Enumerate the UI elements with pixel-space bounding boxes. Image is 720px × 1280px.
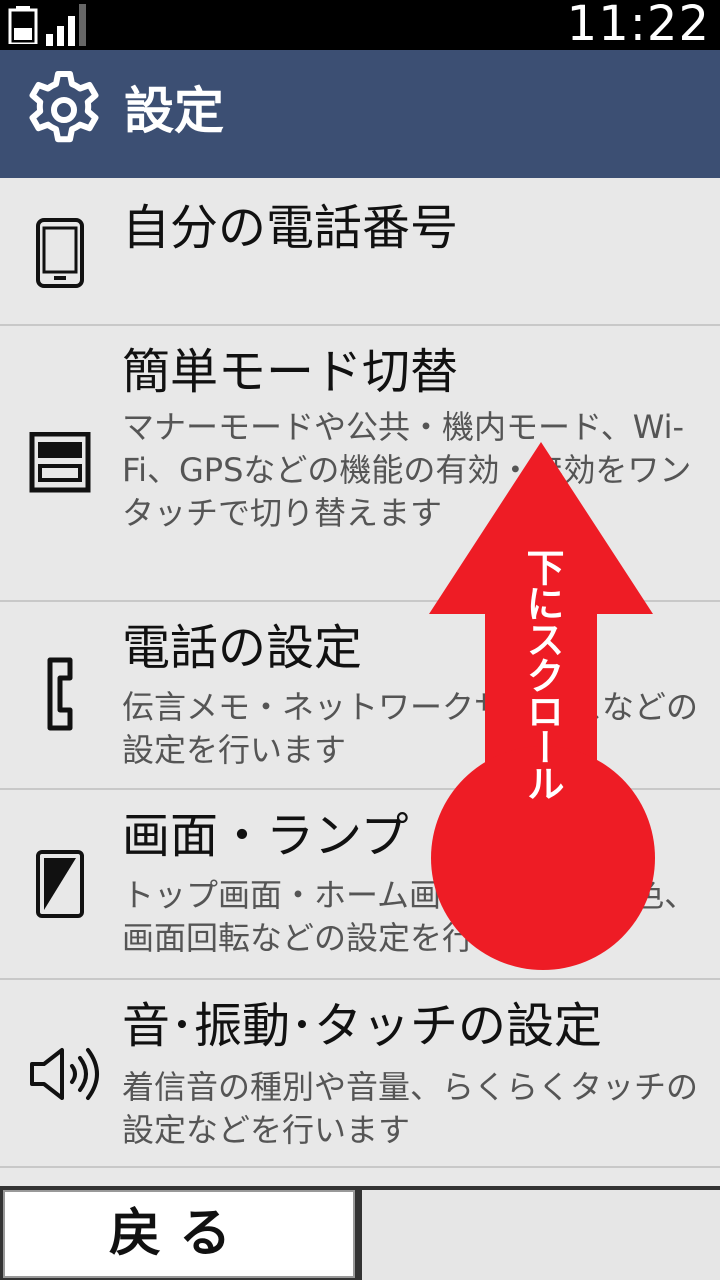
- settings-header: 設定: [0, 50, 720, 178]
- settings-item-name: 画面・ランプ: [122, 808, 409, 864]
- signal-strength-icon: [46, 4, 86, 46]
- settings-item-name: 自分の電話番号: [122, 200, 459, 256]
- phone-device-icon: [36, 218, 84, 288]
- settings-item-description: 着信音の種別や音量、らくらくタッチの設定などを行います: [122, 1068, 699, 1149]
- handset-icon: [47, 657, 73, 731]
- settings-item-sound-vibration-touch[interactable]: 音･振動･タッチの設定 着信音の種別や音量、らくらくタッチの設定などを行います: [0, 980, 720, 1168]
- settings-item-name: 簡単モード切替: [122, 344, 459, 400]
- settings-item-name: 音･振動･タッチの設定: [122, 998, 603, 1054]
- speaker-icon: [30, 1048, 99, 1100]
- status-bar: 11:22: [0, 0, 720, 50]
- battery-icon: [8, 6, 38, 44]
- settings-item-name: 電話の設定: [122, 620, 363, 676]
- display-icon: [36, 850, 84, 918]
- gear-icon: [29, 71, 99, 143]
- page-title: 設定: [124, 82, 224, 140]
- toggle-mode-icon: [29, 432, 91, 493]
- footer-empty-button: [362, 1190, 720, 1280]
- status-clock: 11:22: [566, 0, 710, 52]
- back-button[interactable]: 戻る: [3, 1190, 355, 1278]
- settings-item-my-phone-number[interactable]: 自分の電話番号: [0, 178, 720, 326]
- scroll-hint-label: 下にスクロール: [520, 548, 564, 800]
- footer-bar: 戻る: [0, 1186, 720, 1280]
